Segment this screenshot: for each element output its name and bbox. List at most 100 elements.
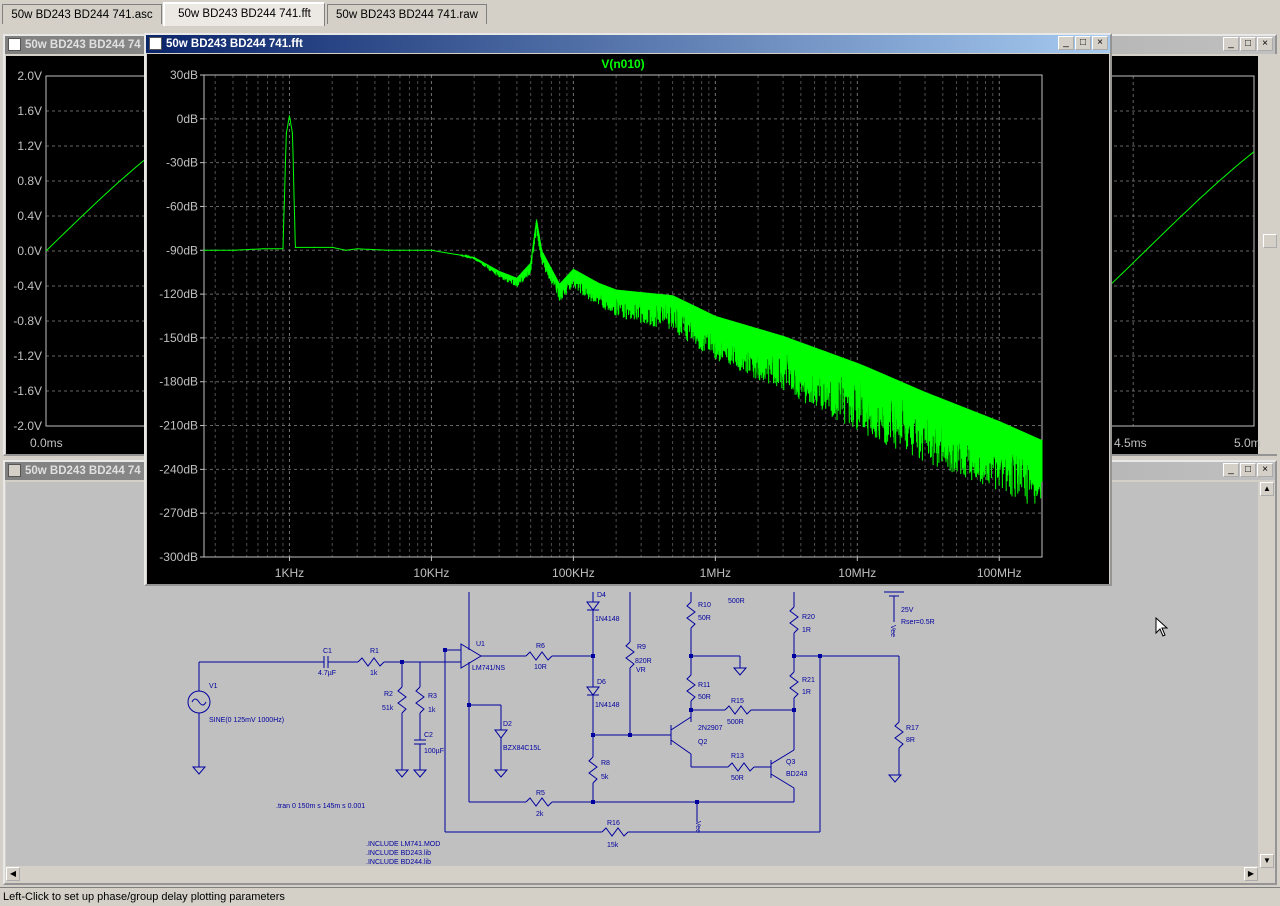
fft-data-point <box>924 403 926 405</box>
schematic-vertical-scrollbar[interactable]: ▲ ▼ <box>1260 482 1275 868</box>
fft-data-point <box>782 344 784 346</box>
waveform-y-tick-label: 0.0V <box>17 244 42 258</box>
scroll-down-icon[interactable]: ▼ <box>1260 854 1274 868</box>
label-q3-value: BD243 <box>786 771 808 778</box>
fft-data-point <box>541 252 543 254</box>
waveform-x-tick-start: 0.0ms <box>30 436 63 450</box>
fft-y-tick-label: 0dB <box>177 112 198 126</box>
include-lm741: .INCLUDE LM741.MOD <box>366 841 440 848</box>
fft-data-point <box>313 246 316 248</box>
scroll-thumb[interactable] <box>1263 234 1277 248</box>
waveform-y-tick-label: 1.6V <box>17 104 42 118</box>
label-r1: R1 <box>370 648 379 655</box>
fft-window-controls: _ □ × <box>1057 36 1108 52</box>
waveform-y-tick-label: 0.4V <box>17 209 42 223</box>
fft-title: 50w BD243 BD244 741.fft <box>166 38 303 50</box>
fft-data-point <box>203 249 205 251</box>
fft-y-tick-label: -90dB <box>166 243 198 257</box>
label-r11: R11 <box>698 682 710 689</box>
fft-data-point <box>262 248 264 250</box>
waveform-y-tick-label: 1.2V <box>17 139 42 153</box>
scroll-up-icon[interactable]: ▲ <box>1260 482 1274 496</box>
fft-x-tick-label: 100KHz <box>552 566 595 580</box>
fft-data-point <box>498 271 500 273</box>
label-vee-top: Vee <box>889 625 896 637</box>
label-r6: R6 <box>536 643 545 650</box>
label-r16: R16 <box>607 820 620 827</box>
label-c2: C2 <box>424 732 433 739</box>
fft-data-point <box>285 132 287 135</box>
label-d2: D2 <box>503 721 512 728</box>
fft-x-tick-label: 1MHz <box>700 566 731 580</box>
label-r21: R21 <box>802 677 815 684</box>
label-r10: R10 <box>698 602 711 609</box>
label-r11-value: 50R <box>698 694 711 701</box>
close-icon[interactable]: × <box>1257 463 1273 477</box>
waveform-y-tick-label: -0.4V <box>13 279 42 293</box>
label-r9: R9 <box>637 644 646 651</box>
fft-y-tick-label: -240dB <box>159 462 198 476</box>
waveform-y-tick-label: -1.2V <box>13 349 42 363</box>
label-rser: Rser=0.5R <box>901 619 935 626</box>
label-r21-value: 1R <box>802 689 811 696</box>
waveform-window-icon <box>8 38 21 51</box>
status-text: Left-Click to set up phase/group delay p… <box>3 891 285 903</box>
label-q2: Q2 <box>698 739 707 746</box>
tab-fft[interactable]: 50w BD243 BD244 741.fft <box>163 2 325 26</box>
label-c1: C1 <box>323 648 332 655</box>
fft-data-point <box>998 432 1000 434</box>
scroll-right-icon[interactable]: ▶ <box>1244 867 1258 881</box>
document-tab-bar: 50w BD243 BD244 741.asc 50w BD243 BD244 … <box>0 0 1280 28</box>
label-r17: R17 <box>906 725 919 732</box>
minimize-icon[interactable]: _ <box>1223 37 1239 51</box>
label-v1-value: SINE(0 125mV 1000Hz) <box>209 717 284 724</box>
label-r16-value: 15k <box>607 842 619 849</box>
fft-x-tick-label: 100MHz <box>977 566 1022 580</box>
fft-trace-label: V(n010) <box>601 57 644 71</box>
label-v1: V1 <box>209 683 218 690</box>
fft-data-point <box>559 286 561 288</box>
label-q3: Q3 <box>786 759 795 766</box>
waveform-y-tick-label: -0.8V <box>13 314 42 328</box>
close-icon[interactable]: × <box>1092 36 1108 50</box>
label-d6-value: 1N4148 <box>595 702 620 709</box>
tab-asc[interactable]: 50w BD243 BD244 741.asc <box>2 4 162 24</box>
maximize-icon[interactable]: □ <box>1075 36 1091 50</box>
status-bar: Left-Click to set up phase/group delay p… <box>0 887 1280 905</box>
waveform-scrollbar[interactable] <box>1262 54 1278 454</box>
minimize-icon[interactable]: _ <box>1223 463 1239 477</box>
maximize-icon[interactable]: □ <box>1240 37 1256 51</box>
label-r8: R8 <box>601 760 610 767</box>
fft-y-tick-label: 30dB <box>170 68 198 82</box>
label-d6: D6 <box>597 679 606 686</box>
waveform-y-tick-label: -1.6V <box>13 384 42 398</box>
fft-data-point <box>530 264 532 266</box>
label-r15-value: 500R <box>727 719 744 726</box>
fft-data-point <box>282 248 284 250</box>
fft-data-point <box>597 286 599 288</box>
tab-raw[interactable]: 50w BD243 BD244 741.raw <box>327 4 487 24</box>
label-r8-value: 5k <box>601 774 609 781</box>
label-u1-value: LM741/NS <box>472 665 505 672</box>
label-25v: 25V <box>901 607 914 614</box>
label-c2-value: 100µF <box>424 748 444 755</box>
scroll-left-icon[interactable]: ◀ <box>6 867 20 881</box>
schematic-window-controls: _ □ × <box>1222 463 1273 479</box>
label-d2-value: BZX84C15L <box>503 745 541 752</box>
maximize-icon[interactable]: □ <box>1240 463 1256 477</box>
waveform-x-tick: 5.0m <box>1234 436 1261 450</box>
include-bd243: .INCLUDE BD243.lib <box>366 850 431 857</box>
fft-y-tick-label: -60dB <box>166 199 198 213</box>
waveform-y-tick-label: 2.0V <box>17 69 42 83</box>
fft-chart: 30dB 0dB -30dB -60dB -90dB -120dB -150dB -180dB… <box>159 57 1043 580</box>
label-r13: R13 <box>731 753 744 760</box>
waveform-y-tick-label: 0.8V <box>17 174 42 188</box>
schematic-horizontal-scrollbar[interactable]: ◀ ▶ <box>6 866 1258 882</box>
minimize-icon[interactable]: _ <box>1058 36 1074 50</box>
fft-data-point <box>714 322 716 324</box>
close-icon[interactable]: × <box>1257 37 1273 51</box>
fft-data-point <box>388 249 390 251</box>
fft-plot-area[interactable]: 30dB 0dB -30dB -60dB -90dB -120dB -150dB -180dB… <box>147 54 1109 584</box>
label-r13-value: 50R <box>731 775 744 782</box>
fft-y-tick-label: -270dB <box>159 506 198 520</box>
